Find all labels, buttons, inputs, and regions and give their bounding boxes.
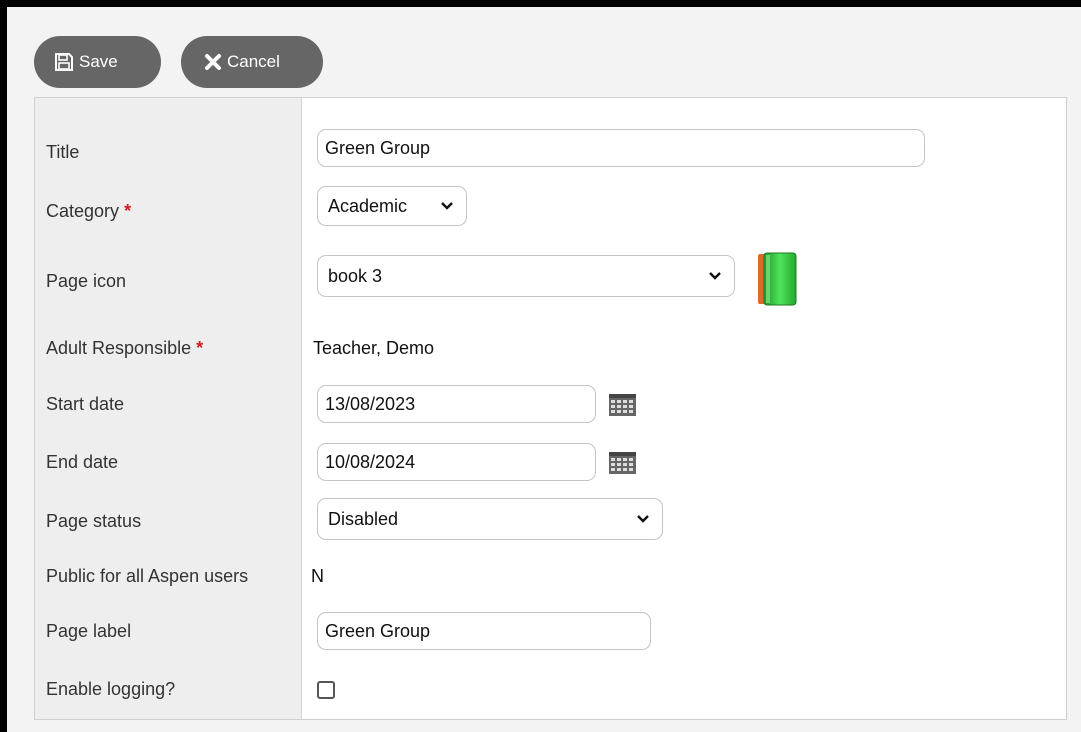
public-value: N: [311, 566, 324, 586]
close-icon: [204, 53, 222, 71]
save-button[interactable]: Save: [34, 36, 161, 88]
calendar-icon[interactable]: [609, 394, 636, 416]
end-date-input[interactable]: 10/08/2024: [317, 443, 596, 481]
title-label: Title: [46, 141, 79, 163]
start-date-label-text: Start date: [46, 394, 125, 414]
cancel-button[interactable]: Cancel: [181, 36, 323, 88]
required-mark: *: [196, 338, 204, 358]
page-label-input[interactable]: Green Group: [317, 612, 651, 650]
required-mark: *: [124, 201, 132, 221]
page-icon-selected-value: book 3: [328, 265, 383, 286]
category-select[interactable]: Academic: [317, 186, 467, 226]
details-form: Title Green Group Category * Academic Pa…: [34, 97, 1067, 720]
end-date-label: End date: [46, 451, 118, 473]
public-label-text: Public for all Aspen users: [46, 566, 249, 586]
page-status-selected-value: Disabled: [328, 508, 399, 529]
end-date-value: 10/08/2024: [325, 451, 416, 472]
calendar-icon[interactable]: [609, 452, 636, 474]
title-input[interactable]: Green Group: [317, 129, 925, 167]
page-status-select[interactable]: Disabled: [317, 498, 663, 540]
start-date-label: Start date: [46, 393, 124, 415]
page-icon-select[interactable]: book 3: [317, 255, 735, 297]
category-selected-value: Academic: [328, 195, 408, 216]
public-label: Public for all Aspen users: [46, 565, 248, 587]
page-status-label: Page status: [46, 510, 141, 532]
enable-logging-label-text: Enable logging?: [46, 679, 176, 699]
adult-responsible-label-text: Adult Responsible: [46, 338, 192, 358]
chevron-down-icon: [636, 514, 650, 524]
page-label-label: Page label: [46, 620, 131, 642]
start-date-input[interactable]: 13/08/2023: [317, 385, 596, 423]
save-icon: [54, 52, 74, 72]
enable-logging-label: Enable logging?: [46, 678, 175, 700]
page-icon-label: Page icon: [46, 270, 126, 292]
cancel-button-label: Cancel: [227, 52, 280, 71]
chevron-down-icon: [708, 271, 722, 281]
title-input-value: Green Group: [325, 137, 431, 158]
form-window: Save Cancel Title Green Group Category *…: [7, 7, 1081, 732]
end-date-label-text: End date: [46, 452, 119, 472]
category-label-text: Category: [46, 201, 120, 221]
save-button-label: Save: [79, 52, 118, 71]
category-label: Category *: [46, 200, 131, 222]
chevron-down-icon: [440, 201, 454, 211]
start-date-value: 13/08/2023: [325, 393, 416, 414]
page-label-value: Green Group: [325, 620, 431, 641]
page-label-label-text: Page label: [46, 621, 132, 641]
page-status-label-text: Page status: [46, 511, 142, 531]
enable-logging-checkbox[interactable]: [317, 681, 335, 699]
adult-responsible-value: Teacher, Demo: [313, 338, 435, 358]
adult-responsible-label: Adult Responsible *: [46, 337, 203, 359]
green-book-icon: [755, 251, 799, 307]
page-icon-label-text: Page icon: [46, 271, 127, 291]
title-label-text: Title: [46, 142, 80, 162]
